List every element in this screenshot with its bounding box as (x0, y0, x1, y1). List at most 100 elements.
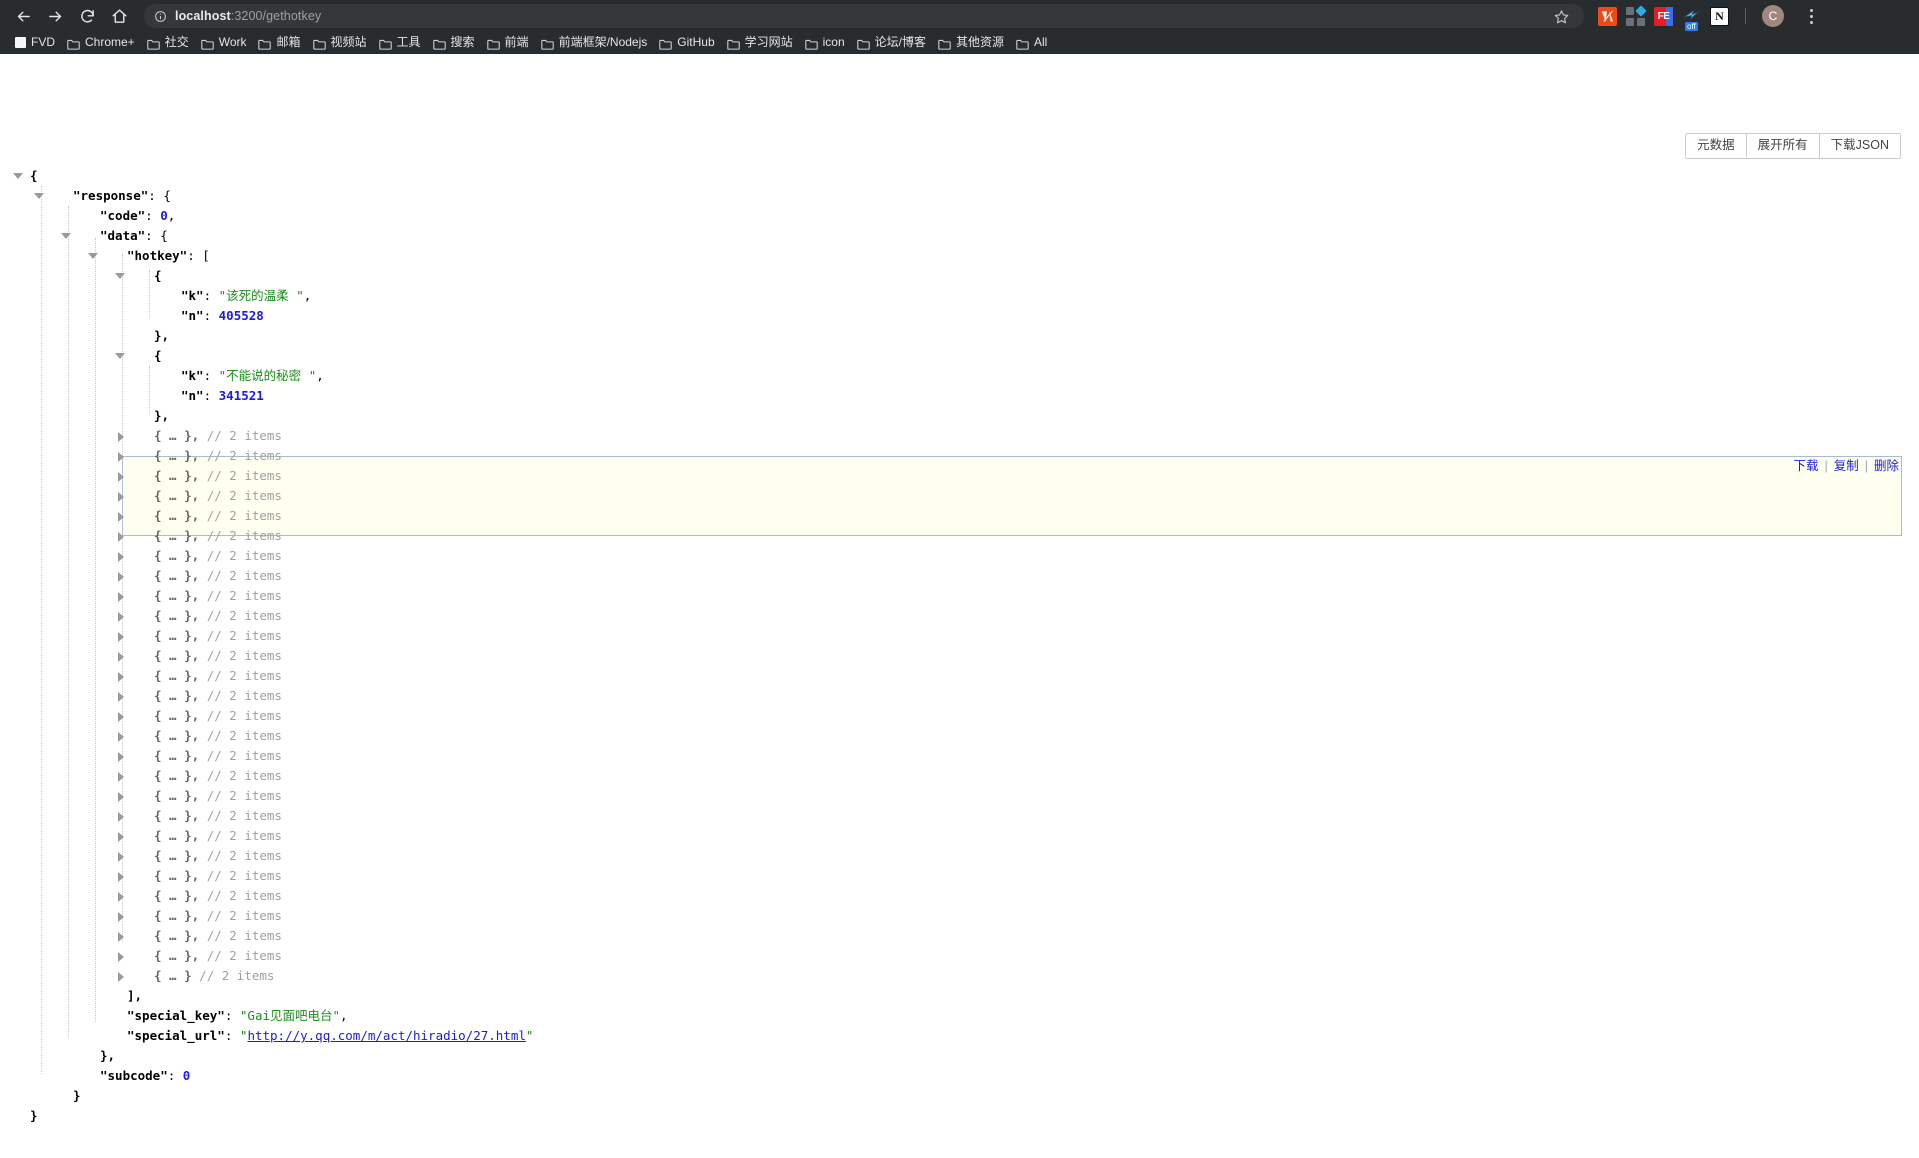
json-row-collapsed-item[interactable]: { … }, // 2 items (0, 546, 1919, 566)
json-row-special-url[interactable]: "special_url": "http://y.qq.com/m/act/hi… (0, 1026, 1919, 1046)
json-row-collapsed-item[interactable]: { … }, // 2 items (0, 606, 1919, 626)
json-row-response[interactable]: "response": { (0, 186, 1919, 206)
chevron-right-icon[interactable] (118, 932, 124, 942)
bookmark-learning-sites[interactable]: 学习网站 (722, 33, 800, 51)
chevron-down-icon[interactable] (34, 193, 44, 199)
chevron-right-icon[interactable] (118, 612, 124, 622)
json-row-item1-open[interactable]: { (0, 346, 1919, 366)
chevron-right-icon[interactable] (118, 592, 124, 602)
site-info-icon[interactable] (154, 10, 167, 23)
json-row-root-close[interactable]: } (0, 1106, 1919, 1126)
notion-web-clipper-icon[interactable]: N (1710, 6, 1729, 26)
bookmark-chrome-plus[interactable]: Chrome+ (62, 33, 142, 51)
chevron-down-icon[interactable] (115, 353, 125, 359)
json-row-collapsed-item[interactable]: { … }, // 2 items (0, 706, 1919, 726)
json-row-collapsed-item[interactable]: { … }, // 2 items (0, 446, 1919, 466)
bookmark-star-icon[interactable] (1548, 4, 1574, 28)
json-row-collapsed-item[interactable]: { … }, // 2 items (0, 946, 1919, 966)
chevron-right-icon[interactable] (118, 552, 124, 562)
json-row-item0-k[interactable]: "k": "该死的温柔 ", (0, 286, 1919, 306)
chrome-menu-icon[interactable] (1801, 8, 1821, 24)
metadata-button[interactable]: 元数据 (1686, 134, 1747, 158)
bookmark-github[interactable]: GitHub (654, 33, 721, 51)
chevron-right-icon[interactable] (118, 772, 124, 782)
bookmark-social[interactable]: 社交 (142, 33, 196, 51)
chevron-right-icon[interactable] (118, 492, 124, 502)
reload-icon[interactable] (72, 1, 102, 31)
bookmark-mail[interactable]: 邮箱 (253, 33, 307, 51)
json-row-hotkey[interactable]: "hotkey": [ (0, 246, 1919, 266)
fe-helper-icon[interactable]: FE (1654, 6, 1673, 26)
chevron-right-icon[interactable] (118, 692, 124, 702)
json-row-hotkey-close[interactable]: ], (0, 986, 1919, 1006)
chevron-right-icon[interactable] (118, 652, 124, 662)
chevron-right-icon[interactable] (118, 912, 124, 922)
bookmark-frontend[interactable]: 前端 (482, 33, 536, 51)
home-icon[interactable] (104, 1, 134, 31)
chevron-right-icon[interactable] (118, 712, 124, 722)
chevron-right-icon[interactable] (118, 852, 124, 862)
address-bar[interactable]: localhost:3200/gethotkey (144, 4, 1584, 28)
special-url-link[interactable]: http://y.qq.com/m/act/hiradio/27.html (247, 1028, 525, 1043)
chevron-right-icon[interactable] (118, 472, 124, 482)
json-row-collapsed-item[interactable]: { … }, // 2 items (0, 626, 1919, 646)
json-row-item1-k[interactable]: "k": "不能说的秘密 ", (0, 366, 1919, 386)
chevron-right-icon[interactable] (118, 872, 124, 882)
json-row-response-close[interactable]: } (0, 1086, 1919, 1106)
chevron-right-icon[interactable] (118, 432, 124, 442)
json-row-collapsed-item[interactable]: { … }, // 2 items (0, 926, 1919, 946)
chevron-right-icon[interactable] (118, 532, 124, 542)
bookmark-icon[interactable]: icon (800, 33, 852, 51)
json-row-collapsed-item[interactable]: { … }, // 2 items (0, 686, 1919, 706)
bookmark-work[interactable]: Work (196, 33, 254, 51)
json-row-collapsed-item[interactable]: { … }, // 2 items (0, 426, 1919, 446)
chevron-right-icon[interactable] (118, 752, 124, 762)
grid-extension-icon[interactable] (1626, 4, 1647, 26)
bookmark-video-sites[interactable]: 视频站 (308, 33, 374, 51)
json-row-data-close[interactable]: }, (0, 1046, 1919, 1066)
json-row-collapsed-item[interactable]: { … }, // 2 items (0, 586, 1919, 606)
bookmark-all[interactable]: All (1011, 33, 1054, 51)
expand-all-button[interactable]: 展开所有 (1746, 134, 1820, 158)
json-row-data[interactable]: "data": { (0, 226, 1919, 246)
json-row-collapsed-item[interactable]: { … }, // 2 items (0, 666, 1919, 686)
chevron-right-icon[interactable] (118, 452, 124, 462)
json-row-collapsed-item[interactable]: { … }, // 2 items (0, 826, 1919, 846)
json-row-item0-n[interactable]: "n": 405528 (0, 306, 1919, 326)
chevron-down-icon[interactable] (13, 173, 23, 179)
json-row-collapsed-item[interactable]: { … }, // 2 items (0, 766, 1919, 786)
chevron-right-icon[interactable] (118, 672, 124, 682)
avatar[interactable]: C (1762, 5, 1784, 27)
bookmark-tools[interactable]: 工具 (374, 33, 428, 51)
chevron-right-icon[interactable] (118, 732, 124, 742)
json-row-collapsed-item[interactable]: { … }, // 2 items (0, 906, 1919, 926)
chevron-right-icon[interactable] (118, 952, 124, 962)
chevron-right-icon[interactable] (118, 792, 124, 802)
bookmark-fvd[interactable]: FVD (10, 33, 62, 51)
fvd-video-downloader-icon[interactable] (1598, 6, 1617, 26)
json-row-collapsed-item[interactable]: { … }, // 2 items (0, 846, 1919, 866)
chevron-right-icon[interactable] (118, 812, 124, 822)
json-row-collapsed-item[interactable]: { … }, // 2 items (0, 886, 1919, 906)
json-row-collapsed-item[interactable]: { … }, // 2 items (0, 726, 1919, 746)
bookmark-forums-blogs[interactable]: 论坛/博客 (852, 33, 933, 51)
forward-icon[interactable] (40, 1, 70, 31)
chevron-right-icon[interactable] (118, 632, 124, 642)
json-tree-viewer[interactable]: 下载 | 复制 | 删除 { "response": { "code": 0, … (0, 166, 1919, 1126)
json-row-root-open[interactable]: { (0, 166, 1919, 186)
json-row-collapsed-item[interactable]: { … }, // 2 items (0, 786, 1919, 806)
chevron-right-icon[interactable] (118, 972, 124, 982)
chevron-right-icon[interactable] (118, 572, 124, 582)
row-download-link[interactable]: 下载 (1793, 456, 1818, 476)
json-row-collapsed-item[interactable]: { … }, // 2 items (0, 646, 1919, 666)
row-delete-link[interactable]: 删除 (1874, 456, 1899, 476)
json-row-collapsed-item[interactable]: { … } // 2 items (0, 966, 1919, 986)
json-row-collapsed-item[interactable]: { … }, // 2 items (0, 526, 1919, 546)
json-row-collapsed-item[interactable]: { … }, // 2 items (0, 506, 1919, 526)
chevron-down-icon[interactable] (115, 273, 125, 279)
download-json-button[interactable]: 下载JSON (1819, 134, 1900, 158)
json-row-collapsed-item[interactable]: { … }, // 2 items (0, 806, 1919, 826)
json-row-item0-close[interactable]: }, (0, 326, 1919, 346)
json-row-collapsed-item[interactable]: { … }, // 2 items (0, 466, 1919, 486)
bookmark-search[interactable]: 搜索 (428, 33, 482, 51)
